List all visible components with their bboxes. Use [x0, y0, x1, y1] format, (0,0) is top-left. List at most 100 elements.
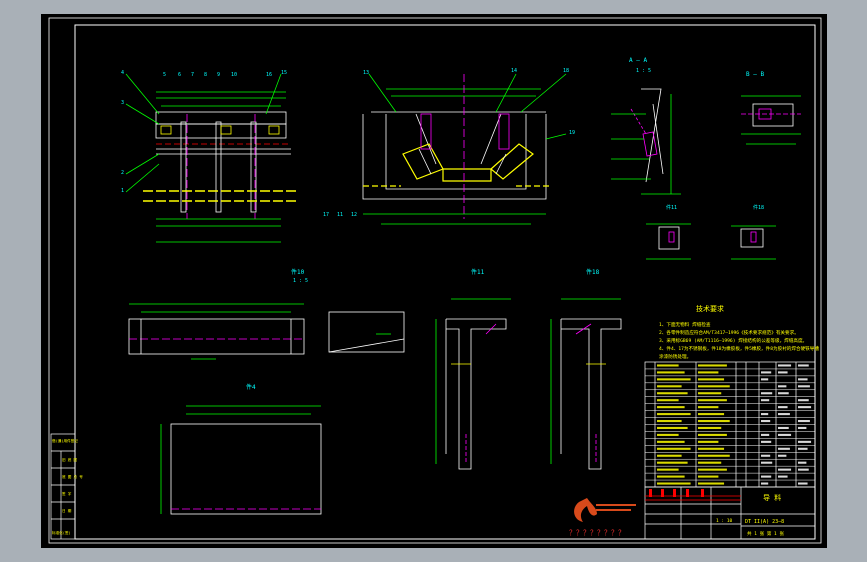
parts-list-cell-text	[698, 406, 719, 409]
part-balloon-16: 16	[266, 72, 272, 78]
tech-requirements: 技术要求 1、下面无物料 焊缝检查 2、各零件制造应符合AM/T3417—199…	[659, 304, 819, 360]
parts-list-cell-text	[698, 399, 727, 402]
parts-list-cell-text	[657, 378, 691, 381]
company-logo: ？？？？？？？？	[569, 498, 636, 537]
left-panel-row-4: 签 字	[62, 491, 72, 496]
parts-list-cell-text	[778, 385, 787, 388]
parts-list-cell-text	[761, 461, 773, 464]
parts-list-cell-text	[798, 440, 812, 443]
parts-list-cell-text	[657, 461, 688, 464]
part-balloon-1: 1	[121, 188, 124, 194]
parts-list-cell-text	[698, 413, 725, 416]
piece-10-view: 件10 1 : 5	[128, 268, 308, 360]
parts-list-cell-text	[778, 426, 789, 430]
part-balloon-15: 15	[281, 70, 287, 76]
parts-list-cell-text	[698, 426, 722, 430]
parts-list-cell-text	[698, 440, 719, 443]
parts-list-cell-text	[657, 468, 679, 471]
parts-list-cell-text	[657, 440, 685, 443]
parts-list-cell-text	[698, 364, 727, 367]
section-b-b-view: B — B	[741, 71, 801, 145]
parts-list-cell-text	[761, 454, 771, 457]
title-block-name: 导 料	[763, 493, 781, 502]
part-balloon-9: 9	[217, 72, 220, 78]
parts-list-cell-text	[798, 447, 808, 450]
parts-list-cell-text	[761, 440, 772, 443]
parts-list-cell-text	[798, 399, 809, 402]
left-panel-row-5: 日 期	[62, 508, 72, 513]
title-block-sheet: 共 1 张 第 1 张	[747, 530, 784, 537]
piece-4-title: 件4	[246, 383, 256, 391]
parts-list-cell-text	[698, 433, 727, 436]
tech-req-line-3: 3、采用标GB69 (AM/T1116—1996) 焊接结构的公差等级，焊缝高度…	[659, 337, 807, 344]
parts-list-cell-text	[698, 419, 730, 423]
parts-list-cell-text	[657, 385, 682, 388]
part-balloon-10: 10	[231, 72, 237, 78]
piece-9-view	[328, 311, 405, 353]
parts-list-cell-text	[798, 378, 808, 381]
parts-list-cell-text	[798, 468, 809, 471]
parts-list-cell-text	[698, 475, 719, 478]
cad-drawing-canvas[interactable]: A — A 1 : 5 B — B 件11 件18 件10 1: 5 件4 件…	[41, 14, 827, 548]
parts-list-cell-text	[778, 413, 790, 416]
part-balloon-7: 7	[191, 72, 194, 78]
tech-req-line-5: 涂漆防锈处理。	[659, 353, 691, 360]
title-block: 导 料 DT II(A) 23—8 1 : 10 共 1 张 第 1 张	[644, 486, 816, 540]
parts-list-cell-text	[798, 406, 812, 409]
parts-list-cell-text	[761, 419, 771, 423]
left-panel-row-6: 标准化(签)	[52, 530, 71, 535]
parts-list-cell-text	[761, 378, 769, 381]
front-view	[125, 73, 296, 243]
section-a-a-view: A — A 1 : 5	[611, 57, 681, 195]
part-balloon-8: 8	[204, 72, 207, 78]
parts-list-cell-text	[698, 385, 730, 388]
left-panel-row-3: 底 图 总 号	[62, 474, 83, 479]
tech-req-line-2: 2、各零件制造应符合AM/T3417—1996《技术要求规范》有关要求。	[659, 329, 799, 336]
parts-list-cell-text	[657, 399, 679, 402]
flame-logo-icon	[574, 498, 597, 522]
parts-list-cell-text	[778, 433, 792, 436]
part-balloon-18: 18	[563, 68, 569, 74]
parts-list-cell-text	[778, 475, 788, 478]
parts-list-cell-text	[657, 392, 688, 395]
part-balloon-19: 19	[569, 130, 575, 136]
parts-list-cell-text	[657, 406, 685, 409]
part-balloon-11: 11	[337, 212, 343, 218]
parts-list-cell-text	[778, 454, 787, 457]
parts-list-cell-text	[798, 426, 807, 430]
parts-list-cell-text	[657, 482, 691, 485]
parts-list-cell-text	[657, 426, 688, 430]
drawing-sheet: A — A 1 : 5 B — B 件11 件18 件10 1: 5 件4 件…	[48, 17, 822, 544]
parts-list-cell-text	[657, 364, 679, 367]
piece-10-scale: 1 : 5	[293, 278, 308, 284]
parts-list-cell-text	[798, 385, 810, 388]
u-left-title: 件11	[471, 268, 485, 276]
part-balloon-13: 13	[363, 70, 369, 76]
detail-piece-18: 件18	[731, 204, 776, 260]
parts-list-cell-text	[798, 461, 807, 464]
left-panel-row-2: 旧 底 图	[62, 457, 78, 462]
part-balloon-6: 6	[178, 72, 181, 78]
parts-list-cell-text	[778, 392, 789, 395]
piece-10-title: 件10	[291, 268, 305, 276]
parts-list-cell-text	[761, 399, 770, 402]
outer-frame	[48, 17, 822, 544]
parts-list-cell-text	[657, 454, 682, 457]
parts-list-cell-text	[778, 364, 792, 367]
parts-list-cell-text	[778, 371, 788, 374]
piece-18-title: 件18	[753, 204, 764, 211]
title-block-drawing-no: DT II(A) 23—8	[745, 519, 784, 525]
piece-4-view: 件4	[160, 383, 322, 515]
section-a-a-title: A — A	[629, 57, 647, 64]
part-balloon-12: 12	[351, 212, 357, 218]
parts-list-cell-text	[657, 413, 691, 416]
parts-list-cell-text	[778, 406, 788, 409]
parts-list-cell-text	[761, 392, 773, 395]
parts-list-cell-text	[657, 447, 691, 450]
part-balloon-5: 5	[163, 72, 166, 78]
tech-req-line-1: 1、下面无物料 焊缝检查	[659, 321, 711, 328]
parts-list-cell-text	[698, 447, 725, 450]
part-balloon-14: 14	[511, 68, 517, 74]
u-channel-right-view: 件18	[550, 268, 622, 470]
detail-piece-11: 件11	[646, 204, 691, 260]
